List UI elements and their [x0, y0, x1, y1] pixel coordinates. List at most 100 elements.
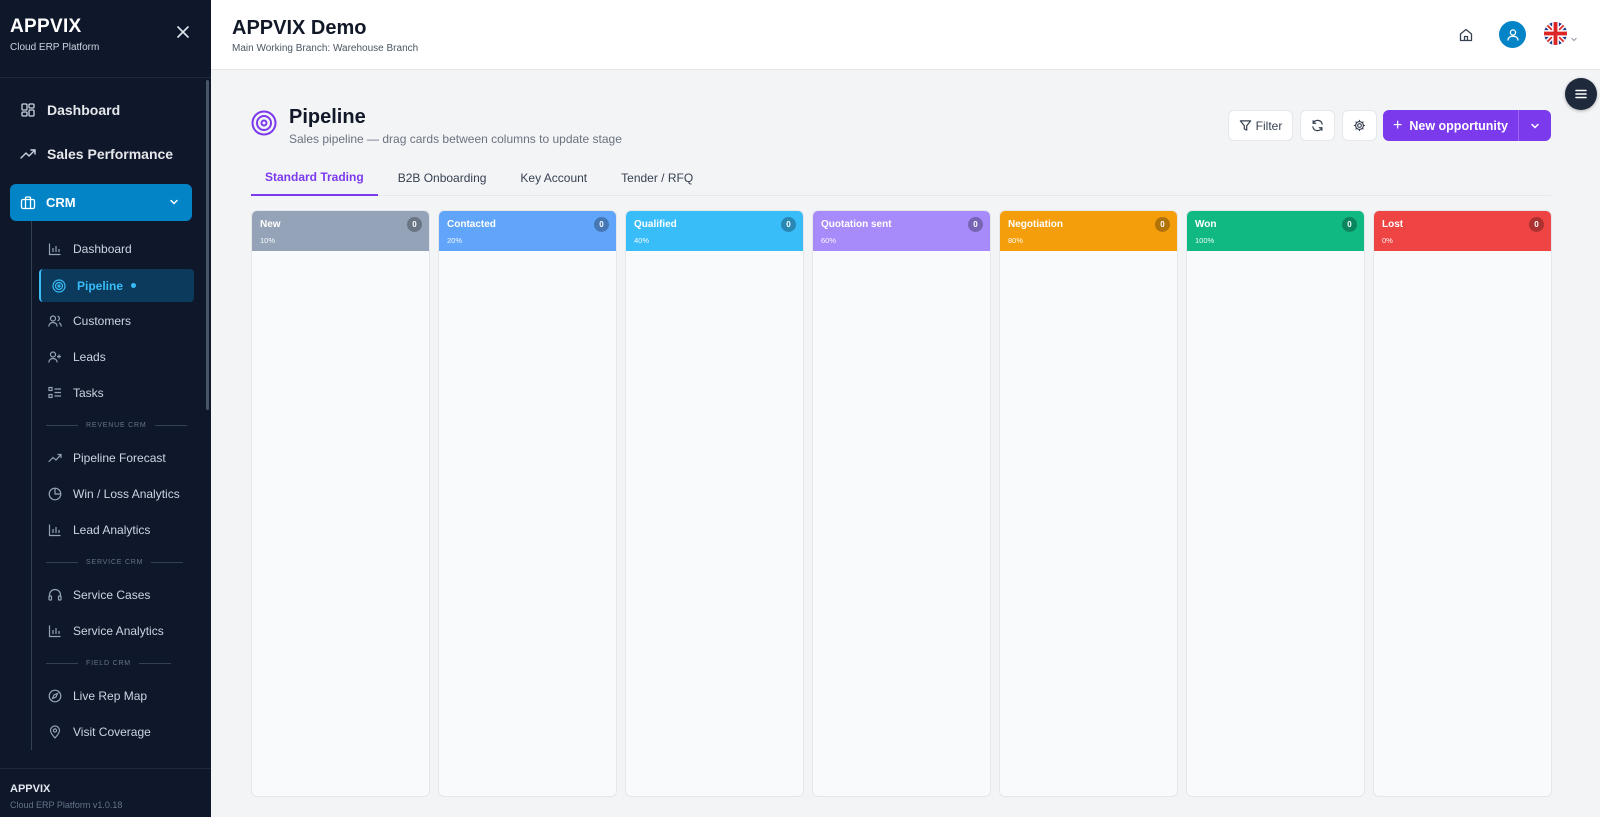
trend-up-icon — [20, 146, 36, 162]
sidebar-item-lead-analytics[interactable]: Lead Analytics — [32, 512, 207, 548]
filter-button[interactable]: Filter — [1228, 110, 1293, 141]
bar-chart-icon — [48, 523, 62, 537]
sidebar-item-label: Live Rep Map — [73, 689, 148, 703]
kanban-board: New 10% 0 Contacted 20% 0 Qualified 40% … — [251, 210, 1552, 797]
stage-column-won[interactable]: Won 100% 0 — [1186, 210, 1365, 797]
new-opportunity-button[interactable]: + New opportunity — [1383, 110, 1551, 141]
headset-icon — [48, 588, 62, 602]
sidebar-item-service-cases[interactable]: Service Cases — [32, 577, 207, 613]
refresh-button[interactable] — [1300, 110, 1335, 141]
tab-key-account[interactable]: Key Account — [506, 160, 601, 196]
pipeline-tabs: Standard Trading B2B Onboarding Key Acco… — [251, 160, 1551, 196]
stage-probability: 10% — [260, 236, 276, 245]
sidebar-item-win-loss[interactable]: Win / Loss Analytics — [32, 476, 207, 512]
crm-submenu: Dashboard Pipeline Customers Leads Tasks… — [31, 221, 207, 750]
sidebar-item-dashboard[interactable]: Dashboard — [0, 88, 211, 132]
tab-tender-rfq[interactable]: Tender / RFQ — [607, 160, 707, 196]
new-opportunity-label: New opportunity — [1409, 118, 1508, 133]
crm-label: CRM — [46, 195, 76, 210]
top-header: APPVIX Demo Main Working Branch: Warehou… — [211, 0, 1600, 70]
uk-flag-icon[interactable] — [1544, 22, 1567, 45]
stage-name: Qualified — [634, 219, 677, 230]
sidebar-item-label: Customers — [73, 314, 132, 328]
sidebar-item-label: Service Analytics — [73, 624, 164, 638]
list-check-icon — [48, 386, 62, 400]
new-opportunity-main[interactable]: + New opportunity — [1383, 110, 1519, 141]
stage-count-badge: 0 — [1342, 217, 1357, 232]
section-label: REVENUE CRM — [86, 422, 147, 429]
chevron-down-icon — [1531, 123, 1539, 129]
sidebar-item-label: Dashboard — [47, 102, 121, 118]
chevron-down-icon[interactable] — [1570, 30, 1578, 42]
filter-icon — [1239, 120, 1251, 131]
brand: APPVIX Cloud ERP Platform — [0, 0, 211, 78]
bar-chart-icon — [48, 624, 62, 638]
sidebar-item-tasks[interactable]: Tasks — [32, 375, 207, 411]
sidebar-item-crm[interactable]: CRM — [10, 184, 192, 221]
grid-icon — [20, 102, 36, 118]
home-icon[interactable] — [1458, 27, 1474, 43]
sidebar-item-pipeline[interactable]: Pipeline — [39, 269, 194, 302]
sidebar-item-leads[interactable]: Leads — [32, 339, 207, 375]
stage-probability: 0% — [1382, 236, 1393, 245]
sidebar-item-label: Visit Coverage — [73, 725, 151, 739]
new-opportunity-dropdown[interactable] — [1519, 110, 1551, 141]
menu-icon[interactable] — [1565, 78, 1597, 110]
sidebar-item-visit-coverage[interactable]: Visit Coverage — [32, 714, 207, 750]
bar-chart-icon — [48, 242, 62, 256]
stage-column-contacted[interactable]: Contacted 20% 0 — [438, 210, 617, 797]
stage-column-new[interactable]: New 10% 0 — [251, 210, 430, 797]
page-subtitle: Sales pipeline — drag cards between colu… — [289, 132, 622, 146]
section-revenue-crm: REVENUE CRM — [32, 411, 207, 440]
section-label: SERVICE CRM — [86, 559, 144, 566]
stage-column-lost[interactable]: Lost 0% 0 — [1373, 210, 1552, 797]
stage-probability: 80% — [1008, 236, 1024, 245]
sidebar-nav: Dashboard Sales Performance CRM Dashboar… — [0, 78, 211, 768]
stage-column-qualified[interactable]: Qualified 40% 0 — [625, 210, 804, 797]
filter-label: Filter — [1255, 118, 1283, 133]
close-icon[interactable] — [175, 24, 191, 40]
sidebar-item-pipeline-forecast[interactable]: Pipeline Forecast — [32, 440, 207, 476]
plus-icon: + — [1393, 116, 1403, 134]
stage-count-badge: 0 — [594, 217, 609, 232]
compass-icon — [48, 689, 62, 703]
sidebar-item-customers[interactable]: Customers — [32, 303, 207, 339]
chevron-down-icon — [168, 196, 180, 208]
sidebar-item-live-rep-map[interactable]: Live Rep Map — [32, 678, 207, 714]
stage-column-negotiation[interactable]: Negotiation 80% 0 — [999, 210, 1178, 797]
app-title: APPVIX Demo — [232, 17, 367, 39]
settings-button[interactable] — [1342, 110, 1377, 141]
sidebar-item-label: Lead Analytics — [73, 523, 151, 537]
stage-name: Won — [1195, 219, 1217, 230]
stage-count-badge: 0 — [1529, 217, 1544, 232]
stage-count-badge: 0 — [781, 217, 796, 232]
stage-name: Lost — [1382, 219, 1404, 230]
section-service-crm: SERVICE CRM — [32, 548, 207, 577]
target-icon — [251, 110, 277, 136]
stage-count-badge: 0 — [407, 217, 422, 232]
stage-header: Negotiation 80% 0 — [1000, 211, 1177, 251]
sidebar-item-crm-dashboard[interactable]: Dashboard — [32, 231, 207, 267]
sidebar-item-label: Pipeline — [77, 278, 124, 293]
tab-standard-trading[interactable]: Standard Trading — [251, 160, 378, 196]
active-dot — [131, 283, 137, 288]
branch-label: Main Working Branch: Warehouse Branch — [232, 43, 419, 54]
sidebar-item-sales-performance[interactable]: Sales Performance — [0, 132, 211, 176]
user-plus-icon — [48, 350, 62, 364]
footer-brand: APPVIX — [10, 783, 51, 795]
users-icon — [48, 314, 62, 328]
stage-header: Quotation sent 60% 0 — [813, 211, 990, 251]
tab-b2b-onboarding[interactable]: B2B Onboarding — [384, 160, 501, 196]
section-label: FIELD CRM — [86, 660, 131, 667]
footer-version: Cloud ERP Platform v1.0.18 — [10, 800, 123, 810]
stage-column-quotation-sent[interactable]: Quotation sent 60% 0 — [812, 210, 991, 797]
page-title: Pipeline — [289, 106, 366, 128]
stage-name: Quotation sent — [821, 219, 892, 230]
stage-probability: 40% — [634, 236, 650, 245]
sidebar: APPVIX Cloud ERP Platform Dashboard Sale… — [0, 0, 211, 817]
sidebar-item-service-analytics[interactable]: Service Analytics — [32, 613, 207, 649]
brand-name: APPVIX — [10, 16, 82, 37]
user-avatar[interactable] — [1499, 21, 1526, 48]
user-icon — [1506, 28, 1519, 41]
target-icon — [52, 278, 66, 293]
